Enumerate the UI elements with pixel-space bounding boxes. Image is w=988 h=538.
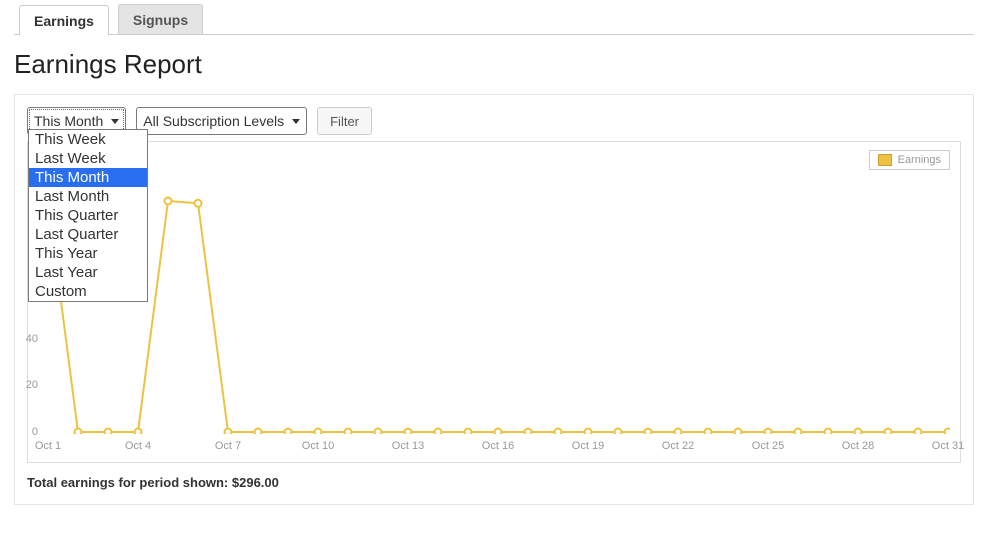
chevron-down-icon bbox=[292, 119, 300, 124]
x-tick-label: Oct 10 bbox=[302, 440, 334, 452]
tab-earnings[interactable]: Earnings bbox=[19, 5, 109, 35]
date-range-option[interactable]: Custom bbox=[29, 282, 147, 301]
chevron-down-icon bbox=[111, 119, 119, 124]
date-range-value: This Month bbox=[34, 113, 103, 129]
subscription-level-select[interactable]: All Subscription Levels bbox=[136, 107, 307, 135]
date-range-option[interactable]: Last Year bbox=[29, 263, 147, 282]
page-title: Earnings Report bbox=[14, 49, 974, 80]
date-range-option[interactable]: This Week bbox=[29, 130, 147, 149]
subscription-level-value: All Subscription Levels bbox=[143, 113, 284, 129]
x-tick-label: Oct 16 bbox=[482, 440, 514, 452]
x-tick-label: Oct 4 bbox=[125, 440, 151, 452]
date-range-option[interactable]: Last Quarter bbox=[29, 225, 147, 244]
controls-row: This Month All Subscription Levels Filte… bbox=[27, 107, 961, 135]
date-range-dropdown[interactable]: This WeekLast WeekThis MonthLast MonthTh… bbox=[28, 129, 148, 302]
date-range-option[interactable]: Last Month bbox=[29, 187, 147, 206]
total-earnings-text: Total earnings for period shown: $296.00 bbox=[27, 475, 961, 490]
report-panel: This Month All Subscription Levels Filte… bbox=[14, 94, 974, 505]
earnings-chart: Earnings 02040 Oct 1Oct 4Oct 7Oct 10Oct … bbox=[27, 141, 961, 463]
x-tick-label: Oct 19 bbox=[572, 440, 604, 452]
date-range-option[interactable]: This Year bbox=[29, 244, 147, 263]
x-tick-label: Oct 22 bbox=[662, 440, 694, 452]
filter-button[interactable]: Filter bbox=[317, 107, 372, 135]
date-range-option[interactable]: Last Week bbox=[29, 149, 147, 168]
date-range-option[interactable]: This Quarter bbox=[29, 206, 147, 225]
date-range-option[interactable]: This Month bbox=[29, 168, 147, 187]
chart-plot-area bbox=[46, 150, 950, 434]
y-tick-label: 0 bbox=[32, 426, 38, 438]
y-tick-label: 40 bbox=[26, 333, 38, 345]
x-tick-label: Oct 31 bbox=[932, 440, 964, 452]
tab-signups[interactable]: Signups bbox=[118, 4, 203, 34]
x-tick-label: Oct 25 bbox=[752, 440, 784, 452]
x-tick-label: Oct 1 bbox=[35, 440, 61, 452]
tab-bar: Earnings Signups bbox=[14, 0, 974, 35]
x-tick-label: Oct 13 bbox=[392, 440, 424, 452]
y-tick-label: 20 bbox=[26, 379, 38, 391]
x-tick-label: Oct 7 bbox=[215, 440, 241, 452]
x-axis-labels: Oct 1Oct 4Oct 7Oct 10Oct 13Oct 16Oct 19O… bbox=[46, 440, 950, 456]
x-tick-label: Oct 28 bbox=[842, 440, 874, 452]
